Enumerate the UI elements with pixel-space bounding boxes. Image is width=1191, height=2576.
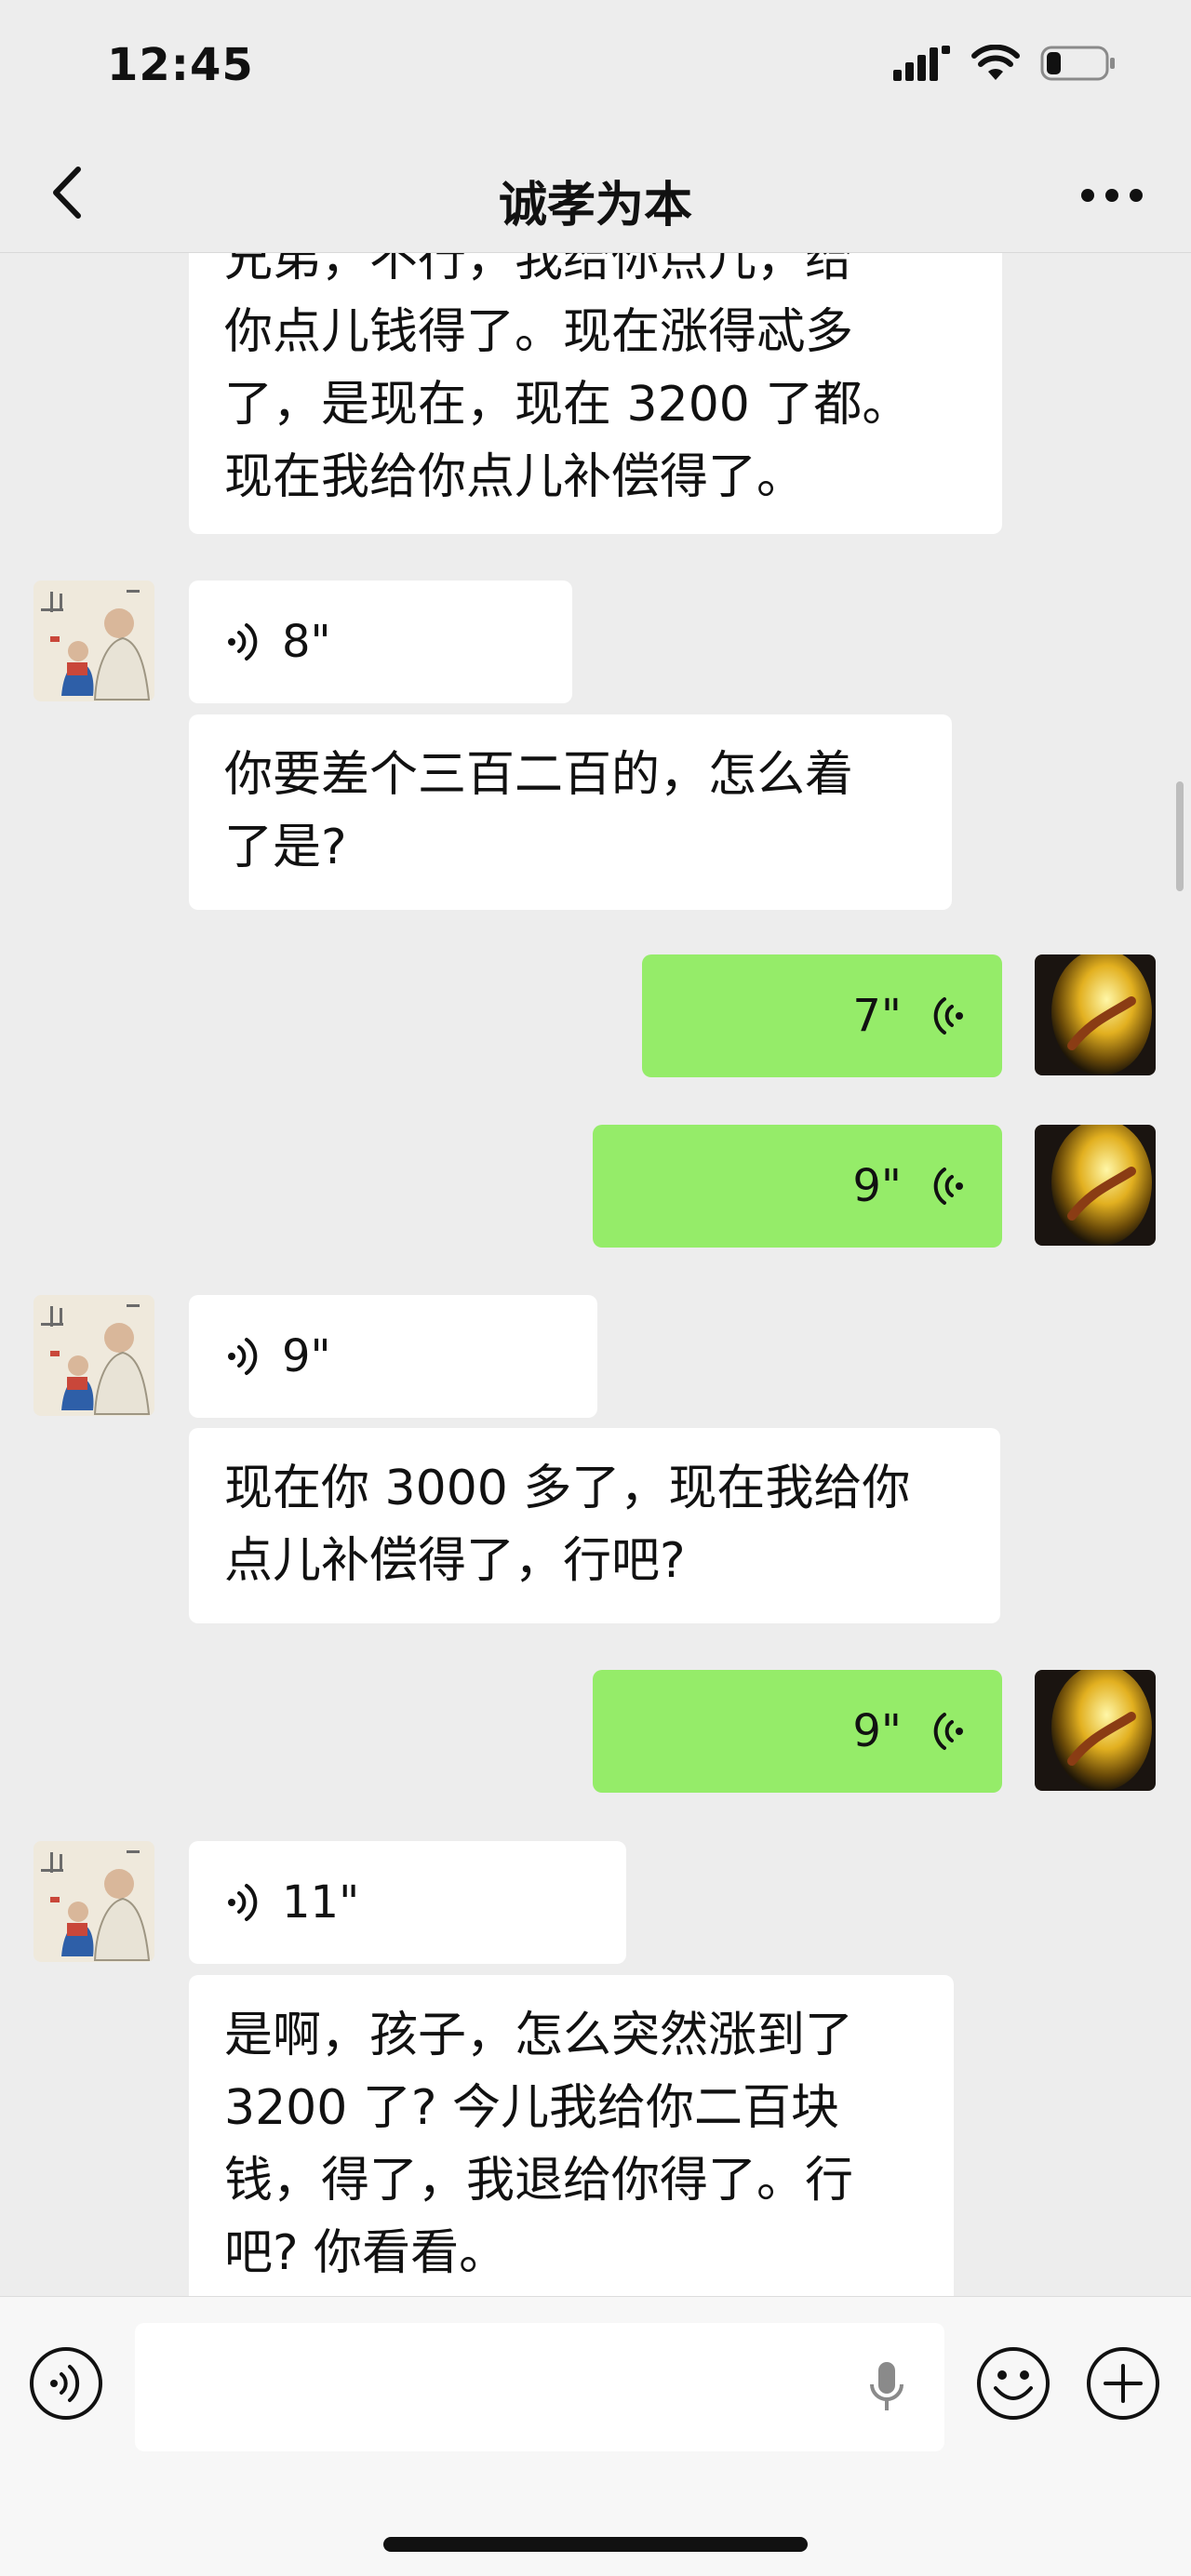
emoji-icon[interactable] — [975, 2345, 1051, 2422]
voice-duration: 8" — [282, 616, 331, 668]
more-options-icon[interactable] — [1075, 167, 1149, 223]
received-voice-message[interactable]: 11" — [189, 1841, 626, 1964]
cellular-signal-icon — [893, 46, 950, 81]
chat-scrollbar[interactable] — [1176, 781, 1184, 891]
voice-wave-icon — [228, 1338, 258, 1375]
contact-avatar[interactable] — [33, 1295, 154, 1416]
voice-duration: 9" — [282, 1330, 331, 1382]
received-text-message[interactable]: 兄弟，不行，我给你点儿，给 你点儿钱得了。现在涨得忒多 了，是现在，现在 320… — [189, 253, 1002, 534]
received-voice-message[interactable]: 8" — [189, 581, 572, 703]
status-time: 12:45 — [107, 39, 254, 91]
voice-mode-icon[interactable] — [28, 2345, 104, 2422]
voice-wave-icon — [933, 1168, 963, 1205]
my-avatar[interactable] — [1035, 954, 1156, 1075]
voice-wave-icon — [933, 997, 963, 1034]
my-avatar[interactable] — [1035, 1670, 1156, 1791]
plus-icon[interactable] — [1085, 2345, 1161, 2422]
received-text-message[interactable]: 现在你 3000 多了，现在我给你 点儿补偿得了，行吧? — [189, 1428, 1000, 1623]
voice-wave-icon — [228, 1884, 258, 1921]
sent-voice-message[interactable]: 7" — [642, 954, 1002, 1077]
received-text-message[interactable]: 是啊，孩子，怎么突然涨到了 3200 了? 今儿我给你二百块 钱，得了，我退给你… — [189, 1975, 954, 2296]
received-voice-message[interactable]: 9" — [189, 1295, 597, 1418]
status-bar: 12:45 — [0, 0, 1191, 140]
wifi-icon — [971, 45, 1020, 80]
status-icons — [893, 45, 1117, 82]
contact-avatar[interactable] — [33, 581, 154, 701]
sent-voice-message[interactable]: 9" — [593, 1670, 1002, 1793]
voice-duration: 7" — [852, 990, 902, 1042]
input-bar — [0, 2296, 1191, 2576]
voice-duration: 9" — [852, 1160, 902, 1212]
nav-bar: 诚孝为本 — [0, 140, 1191, 253]
home-indicator[interactable] — [383, 2537, 808, 2552]
contact-avatar[interactable] — [33, 1841, 154, 1962]
voice-wave-icon — [933, 1713, 963, 1750]
received-text-message[interactable]: 你要差个三百二百的，怎么着 了是? — [189, 714, 952, 910]
battery-icon — [1040, 46, 1115, 81]
my-avatar[interactable] — [1035, 1125, 1156, 1246]
chat-message-list[interactable]: 兄弟，不行，我给你点儿，给 你点儿钱得了。现在涨得忒多 了，是现在，现在 320… — [0, 253, 1191, 2296]
voice-duration: 9" — [852, 1705, 902, 1757]
sent-voice-message[interactable]: 9" — [593, 1125, 1002, 1248]
chat-title: 诚孝为本 — [498, 178, 692, 234]
voice-duration: 11" — [282, 1876, 360, 1929]
message-input[interactable] — [135, 2323, 944, 2451]
voice-wave-icon — [228, 623, 258, 661]
microphone-icon[interactable] — [868, 2360, 905, 2416]
